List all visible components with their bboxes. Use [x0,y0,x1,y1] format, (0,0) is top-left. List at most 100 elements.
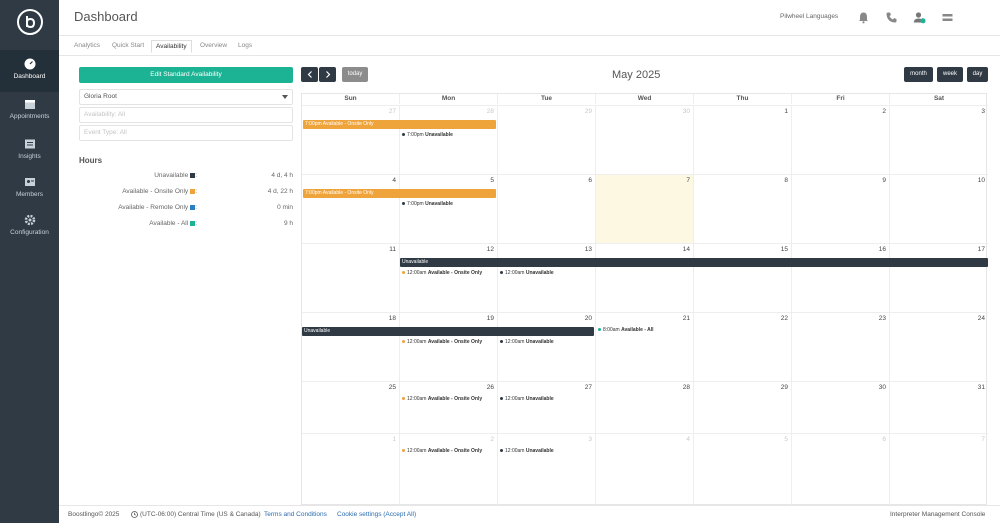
user-status-icon[interactable] [913,11,926,24]
day-cell[interactable]: 14 [596,243,694,312]
day-cell[interactable]: 10 [890,174,988,243]
day-cell[interactable]: 30 [792,381,890,433]
day-number: 13 [584,246,592,253]
day-cell[interactable]: 2 [792,105,890,174]
day-cell[interactable]: 5 [694,433,792,505]
day-cell[interactable]: 21 [596,312,694,381]
day-cell[interactable]: 1 [694,105,792,174]
event-item[interactable]: 12:00am Unavailable [500,448,554,454]
availability-filter[interactable]: Availability: All [79,107,293,123]
edit-standard-availability-button[interactable]: Edit Standard Availability [79,67,293,83]
day-cell[interactable]: 29 [694,381,792,433]
tab-analytics[interactable]: Analytics [74,42,100,49]
day-cell[interactable]: 6 [498,174,596,243]
event-time: 12:00am [505,396,525,402]
event-item[interactable]: 12:00am Unavailable [500,396,554,402]
day-number: 18 [388,315,396,322]
day-cell[interactable]: 8 [694,174,792,243]
day-cell-today[interactable]: 7 [596,174,694,243]
event-item[interactable]: 8:00am Available - All [598,327,654,333]
menu-icon[interactable] [941,11,954,24]
day-cell[interactable]: 23 [792,312,890,381]
day-view-button[interactable]: day [967,67,988,82]
day-cell[interactable]: 4 [596,433,694,505]
sidebar-item-members[interactable]: Members [0,168,59,210]
event-item[interactable]: 12:00am Unavailable [500,339,554,345]
tab-availability[interactable]: Availability [151,40,192,53]
sidebar-item-appointments[interactable]: Appointments [0,90,59,132]
day-cell[interactable]: 28 [400,105,498,174]
week-view-button[interactable]: week [937,67,963,82]
month-view-button[interactable]: month [904,67,933,82]
day-cell[interactable]: 18 [302,312,400,381]
event-bar-unavailable[interactable]: Unavailable [400,258,988,267]
day-cell[interactable]: 2 [400,433,498,505]
event-bar-onsite[interactable]: 7:00pm Available - Onsite Only [303,189,496,198]
legend-swatch [190,220,196,226]
hours-label-wrap: Available - All: [149,220,197,227]
event-bar-onsite[interactable]: 7:00pm Available - Onsite Only [303,120,496,129]
day-cell[interactable]: 25 [302,381,400,433]
event-dot [500,449,503,453]
day-cell[interactable]: 27 [302,105,400,174]
tab-logs[interactable]: Logs [238,42,252,49]
event-bar-unavailable[interactable]: Unavailable [302,327,594,336]
day-cell[interactable]: 26 [400,381,498,433]
day-cell[interactable]: 3 [890,105,988,174]
day-cell[interactable]: 16 [792,243,890,312]
event-item[interactable]: 12:00am Unavailable [500,270,554,276]
day-cell[interactable]: 9 [792,174,890,243]
event-item[interactable]: 12:00am Available - Onsite Only [402,396,482,402]
day-cell[interactable]: 13 [498,243,596,312]
cookie-settings-link[interactable]: Cookie settings (Accept All) [337,511,416,518]
day-cell[interactable]: 24 [890,312,988,381]
day-cell[interactable]: 5 [400,174,498,243]
bell-icon[interactable] [857,11,870,24]
next-month-button[interactable] [319,67,336,82]
dashboard-icon [24,58,35,70]
gear-icon [24,214,35,226]
sidebar-item-dashboard[interactable]: Dashboard [0,50,59,92]
day-cell[interactable]: 1 [302,433,400,505]
day-cell[interactable]: 12 [400,243,498,312]
interpreter-select-value: Gloria Root [84,93,117,100]
event-label: Available - Onsite Only [427,270,483,276]
sidebar-item-label: Configuration [10,229,49,236]
terms-link[interactable]: Terms and Conditions [264,511,327,518]
tab-quick-start[interactable]: Quick Start [112,42,144,49]
today-button[interactable]: today [342,67,368,82]
event-item[interactable]: 12:00am Available - Onsite Only [402,270,482,276]
boostlingo-logo-icon[interactable] [17,9,43,35]
interpreter-select[interactable]: Gloria Root [79,89,293,105]
sidebar-item-label: Members [15,191,44,198]
day-cell[interactable]: 17 [890,243,988,312]
day-cell[interactable]: 15 [694,243,792,312]
day-cell[interactable]: 27 [498,381,596,433]
day-cell[interactable]: 6 [792,433,890,505]
organization-name[interactable]: Pilwheel Languages [780,13,838,20]
phone-icon[interactable] [885,11,898,24]
sidebar-item-insights[interactable]: Insights [0,130,59,172]
event-type-filter[interactable]: Event Type: All [79,125,293,141]
day-cell[interactable]: 11 [302,243,400,312]
tab-overview[interactable]: Overview [200,42,227,49]
day-number: 24 [977,315,985,322]
day-cell[interactable]: 29 [498,105,596,174]
day-cell[interactable]: 4 [302,174,400,243]
event-item[interactable]: 12:00am Available - Onsite Only [402,339,482,345]
day-cell[interactable]: 30 [596,105,694,174]
day-cell[interactable]: 3 [498,433,596,505]
prev-month-button[interactable] [301,67,318,82]
day-cell[interactable]: 19 [400,312,498,381]
day-cell[interactable]: 7 [890,433,988,505]
day-cell[interactable]: 28 [596,381,694,433]
event-dot [402,202,405,206]
event-item[interactable]: 12:00am Available - Onsite Only [402,448,482,454]
event-item[interactable]: 7:00pm Unavailable [402,201,453,207]
event-label: Unavailable [425,201,453,207]
event-item[interactable]: 7:00pm Unavailable [402,132,453,138]
day-cell[interactable]: 22 [694,312,792,381]
sidebar-item-configuration[interactable]: Configuration [0,206,59,248]
day-cell[interactable]: 20 [498,312,596,381]
day-cell[interactable]: 31 [890,381,988,433]
